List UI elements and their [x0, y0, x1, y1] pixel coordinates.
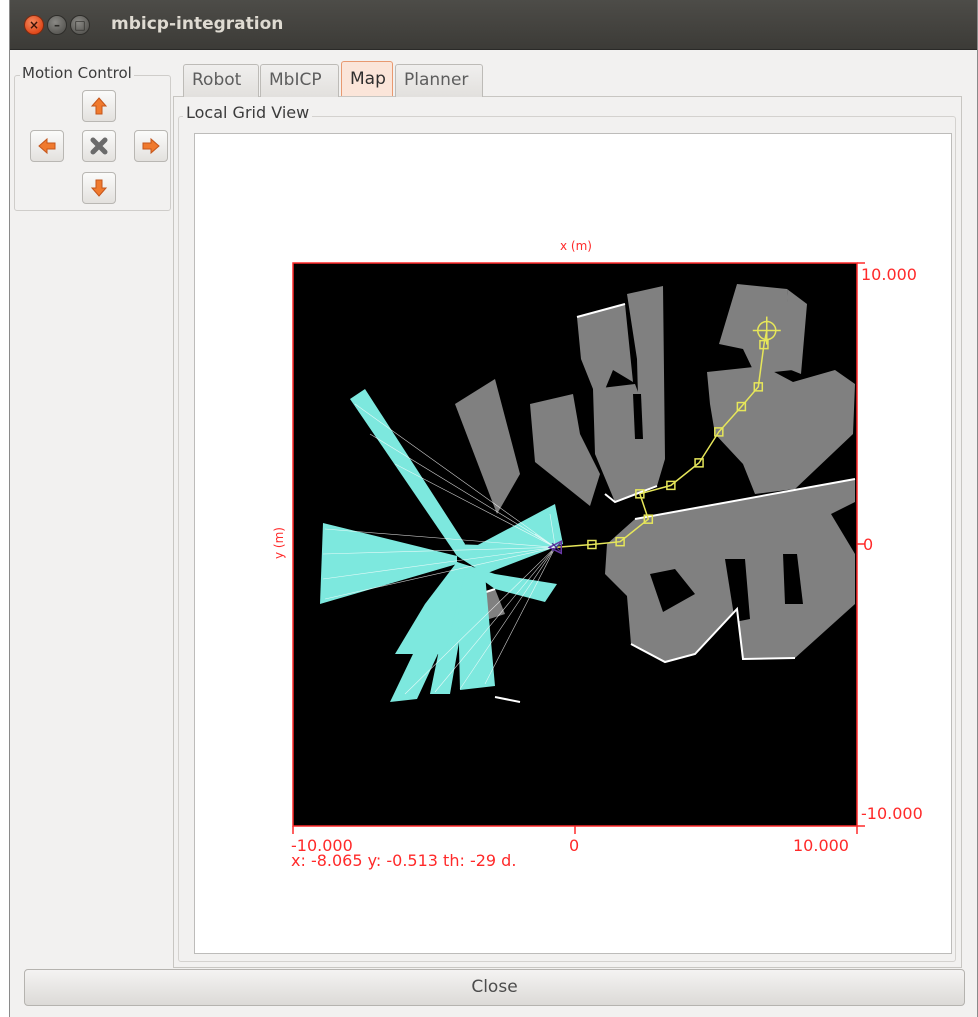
stop-button[interactable] [82, 130, 116, 162]
occupancy-grid [292, 262, 858, 827]
y-zero-label: 0 [863, 535, 873, 554]
window-minimize-button[interactable]: – [47, 15, 67, 35]
move-backward-button[interactable] [82, 172, 116, 204]
grid-map[interactable]: x (m) y (m) -10.000 0 10.000 10.000 0 -1… [195, 134, 953, 955]
move-left-button[interactable] [30, 130, 64, 162]
right-arrow-icon [142, 137, 160, 155]
left-arrow-icon [38, 137, 56, 155]
x-axis-title: x (m) [560, 239, 592, 253]
window-maximize-button[interactable]: □ [70, 15, 90, 35]
move-forward-button[interactable] [82, 90, 116, 122]
pose-readout: x: -8.065 y: -0.513 th: -29 d. [291, 851, 516, 870]
y-min-label: -10.000 [861, 804, 923, 823]
tab-robot[interactable]: Robot [183, 64, 259, 97]
stop-x-icon [90, 137, 108, 155]
tab-map[interactable]: Map [341, 61, 393, 96]
up-arrow-icon [90, 97, 108, 115]
y-max-label: 10.000 [861, 265, 917, 284]
minimize-icon: – [54, 18, 60, 32]
tab-planner[interactable]: Planner [395, 64, 483, 97]
close-button[interactable]: Close [24, 969, 965, 1006]
map-canvas[interactable]: x (m) y (m) -10.000 0 10.000 10.000 0 -1… [194, 133, 952, 954]
motion-control-label: Motion Control [20, 64, 134, 82]
window-close-button[interactable]: × [24, 15, 44, 35]
tab-mbicp[interactable]: MbICP [260, 64, 339, 97]
x-zero-label: 0 [569, 836, 579, 855]
move-right-button[interactable] [134, 130, 168, 162]
y-axis-title: y (m) [272, 527, 286, 559]
maximize-icon: □ [74, 18, 86, 32]
local-grid-label: Local Grid View [183, 103, 313, 122]
down-arrow-icon [90, 179, 108, 197]
close-icon: × [28, 18, 40, 32]
x-max-label: 10.000 [793, 836, 849, 855]
title-bar: × – □ mbicp-integration [10, 0, 977, 50]
window-title: mbicp-integration [111, 14, 284, 34]
